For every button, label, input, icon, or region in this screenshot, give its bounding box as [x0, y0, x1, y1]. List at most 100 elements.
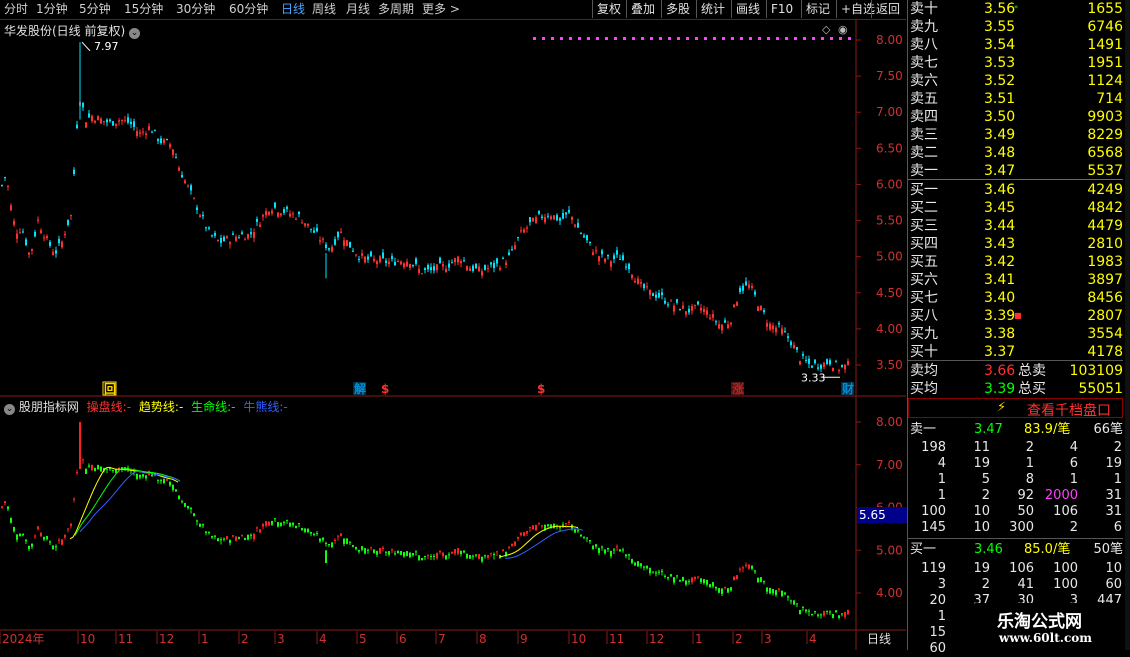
indicator-bar — [334, 539, 336, 542]
indicator-bar — [199, 523, 201, 527]
sell-level-7[interactable]: 卖四 3.50 9903 — [908, 108, 1123, 126]
indicator-bar — [67, 528, 69, 530]
sell-level-5[interactable]: 卖六 3.52 1124 — [908, 72, 1123, 90]
candle-body — [97, 116, 99, 121]
candle-body — [742, 285, 744, 291]
buy-level-6[interactable]: 买六 3.41 3897 — [908, 271, 1123, 289]
candle-body — [313, 230, 315, 233]
period-tab-monthly[interactable]: 月线 — [346, 1, 370, 18]
candle-body — [121, 119, 123, 121]
indicator-bar — [178, 495, 180, 500]
period-tab-15min[interactable]: 15分钟 — [124, 1, 163, 18]
indicator-bar — [409, 552, 411, 557]
candle-body — [715, 321, 717, 323]
queue-cell: 1 — [937, 472, 946, 487]
overlay-button[interactable]: 叠加 — [626, 0, 659, 18]
buy-level-1[interactable]: 买一 3.46 4249 — [908, 181, 1123, 199]
sell-level-10[interactable]: 卖一 3.47 5537 — [908, 162, 1123, 180]
mark-button[interactable]: 标记 — [801, 0, 834, 18]
indicator-bar — [265, 521, 267, 526]
period-tab-fenshi[interactable]: 分时 — [4, 1, 28, 18]
indicator-bar — [289, 522, 291, 527]
queue-cell: 41 — [1017, 577, 1034, 592]
indicator-menu-icon[interactable]: ⌄ — [4, 404, 15, 415]
indicator-bar — [541, 525, 543, 527]
candle-body — [391, 256, 393, 260]
indicator-bar — [610, 550, 612, 557]
level-price: 3.53 — [984, 55, 1016, 71]
period-tab-multi[interactable]: 多周期 — [378, 1, 414, 18]
indicator-bar — [13, 526, 15, 532]
f10-button[interactable]: F10 — [766, 0, 797, 18]
sell-level-3[interactable]: 卖八 3.54 1491 — [908, 36, 1123, 54]
candle-body — [184, 180, 186, 184]
main-y-tick-label: 4.50 — [876, 286, 903, 300]
queue-cell: 92 — [1017, 488, 1034, 503]
candle-body — [445, 268, 447, 273]
kline-chart[interactable]: 8.00 7.50 7.00 6.50 6.00 5.50 5.00 4.50 4.00 3.50… — [0, 20, 906, 650]
multi-stock-button[interactable]: 多股 — [661, 0, 694, 18]
back-button[interactable]: 返回 — [871, 0, 904, 18]
buy-level-4[interactable]: 买四 3.43 2810 — [908, 235, 1123, 253]
period-tab-30min[interactable]: 30分钟 — [176, 1, 215, 18]
period-tab-5min[interactable]: 5分钟 — [79, 1, 111, 18]
candle-body — [88, 113, 90, 118]
sell-level-1[interactable]: 卖十 3.56 * 1655 — [908, 0, 1123, 18]
sell-level-4[interactable]: 卖七 3.53 1951 — [908, 54, 1123, 72]
indicator-bar — [601, 546, 603, 548]
candle-body — [355, 254, 357, 256]
period-tab-more[interactable]: 更多 > — [422, 1, 460, 18]
fuquan-button[interactable]: 复权 — [592, 0, 625, 18]
candle-body — [559, 218, 561, 221]
candle-body — [544, 217, 546, 223]
draw-line-button[interactable]: 画线 — [731, 0, 764, 18]
buy-level-5[interactable]: 买五 3.42 1983 — [908, 253, 1123, 271]
sell-level-6[interactable]: 卖五 3.51 714 — [908, 90, 1123, 108]
signal-dot — [776, 37, 779, 40]
candle-body — [835, 361, 837, 363]
period-tab-60min[interactable]: 60分钟 — [229, 1, 268, 18]
indicator-bar — [631, 558, 633, 563]
statistics-button[interactable]: 统计 — [696, 0, 729, 18]
indicator-bar — [625, 554, 627, 557]
indicator-bar — [241, 534, 243, 536]
level-price: 3.45 — [984, 200, 1016, 216]
period-tab-weekly[interactable]: 周线 — [312, 1, 336, 18]
level-label: 买六 — [910, 272, 938, 288]
level-price: 3.43 — [984, 236, 1016, 252]
buy-level-10[interactable]: 买十 3.37 4178 — [908, 343, 1123, 361]
candle-body — [319, 240, 321, 242]
indicator-bar — [628, 554, 630, 556]
indicator-y-tick-label: 4.00 — [876, 586, 903, 600]
period-tab-daily[interactable]: 日线 — [281, 1, 305, 18]
thousand-level-button[interactable]: ⚡ 查看千档盘口 — [908, 398, 1123, 419]
sell-level-8[interactable]: 卖三 3.49 8229 — [908, 126, 1123, 144]
candle-body — [151, 131, 153, 133]
indicator-bar — [61, 539, 63, 545]
sell-level-2[interactable]: 卖九 3.55 6746 — [908, 18, 1123, 36]
chevron-down-icon[interactable]: ⌄ — [129, 28, 141, 39]
indicator-bar — [817, 614, 819, 616]
indicator-bar — [811, 613, 813, 615]
indicator-bar — [634, 562, 636, 566]
indicator-name: 股朋指标网 — [18, 400, 79, 414]
buy-level-3[interactable]: 买三 3.44 4479 — [908, 217, 1123, 235]
buy-level-8[interactable]: 买八 3.39 ■ 2807 — [908, 307, 1123, 325]
indicator-bar — [97, 464, 99, 470]
indicator-bar — [25, 540, 27, 542]
level-volume: 2810 — [1087, 236, 1123, 252]
candle-body — [682, 305, 684, 309]
chevron-right-icon: > — [446, 2, 460, 16]
level-price: 3.47 — [984, 163, 1016, 179]
level-volume: 8229 — [1087, 127, 1123, 143]
period-tab-1min[interactable]: 1分钟 — [36, 1, 68, 18]
buy-level-2[interactable]: 买二 3.45 4842 — [908, 199, 1123, 217]
sell-level-9[interactable]: 卖二 3.48 6568 — [908, 144, 1123, 162]
level-price: 3.40 — [984, 290, 1016, 306]
candle-body — [31, 248, 33, 251]
level-price: 3.54 — [984, 37, 1016, 53]
buy-level-7[interactable]: 买七 3.40 8456 — [908, 289, 1123, 307]
indicator-bar — [676, 575, 678, 577]
candle-body — [172, 149, 174, 155]
buy-level-9[interactable]: 买九 3.38 3554 — [908, 325, 1123, 343]
